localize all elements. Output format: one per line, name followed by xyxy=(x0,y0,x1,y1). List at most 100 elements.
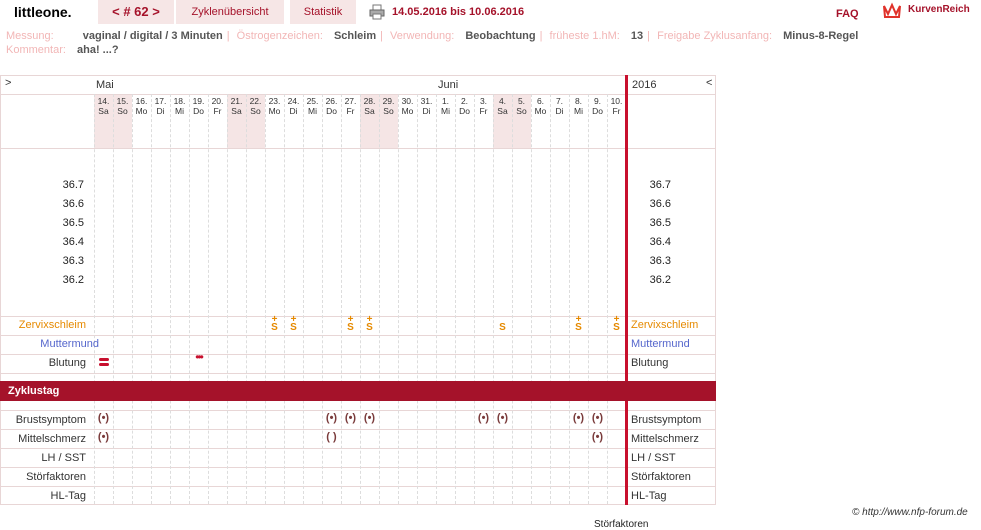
day-header[interactable]: 30. Mo xyxy=(398,96,417,116)
day-header[interactable]: 14. Sa xyxy=(94,96,113,116)
brand-logo: littleone. xyxy=(14,4,72,20)
grid-vline xyxy=(341,94,342,504)
day-header[interactable]: 8. Mi xyxy=(569,96,588,116)
day-header[interactable]: 21. Sa xyxy=(227,96,246,116)
breast-symptom-icon: (•) xyxy=(325,412,338,424)
grid-hline xyxy=(0,467,716,468)
day-header[interactable]: 15. So xyxy=(113,96,132,116)
brust-label-right: Brustsymptom xyxy=(631,414,702,426)
day-header[interactable]: 25. Mi xyxy=(303,96,322,116)
zyklustag-label: Zyklustag xyxy=(8,385,60,397)
faq-link[interactable]: FAQ xyxy=(836,8,859,20)
grid-vline xyxy=(455,94,456,504)
kommentar-label: Kommentar: xyxy=(6,44,66,56)
day-header[interactable]: 18. Mi xyxy=(170,96,189,116)
kurvenreich-crown-icon[interactable] xyxy=(882,2,902,20)
oestrogen-value: Schleim xyxy=(333,30,377,42)
grid-hline xyxy=(0,148,716,149)
temp-tick-right: 36.4 xyxy=(649,236,671,248)
temp-tick-left: 36.4 xyxy=(62,236,84,248)
day-header[interactable]: 3. Fr xyxy=(474,96,493,116)
day-header[interactable]: 17. Di xyxy=(151,96,170,116)
temp-tick-left: 36.3 xyxy=(62,255,84,267)
grid-vline xyxy=(493,94,494,504)
hl-label-left: HL-Tag xyxy=(50,490,86,502)
day-header[interactable]: 23. Mo xyxy=(265,96,284,116)
grid-vline xyxy=(170,94,171,504)
day-header[interactable]: 22. So xyxy=(246,96,265,116)
zervix-mark: + S xyxy=(290,314,297,333)
temp-tick-left: 36.7 xyxy=(62,179,84,191)
tab-statistics[interactable]: Statistik xyxy=(290,0,356,24)
day-header[interactable]: 5. So xyxy=(512,96,531,116)
muttermund-label-left: Muttermund xyxy=(40,338,99,350)
cycle-nav[interactable]: < # 62 > xyxy=(98,0,174,24)
grid-hline xyxy=(0,354,716,355)
day-header[interactable]: 10. Fr xyxy=(607,96,626,116)
breast-symptom-icon: (•) xyxy=(344,412,357,424)
grid-vline xyxy=(151,94,152,504)
grid-vline xyxy=(550,94,551,504)
temp-tick-left: 36.6 xyxy=(62,198,84,210)
grid-vline xyxy=(398,94,399,504)
grid-vline xyxy=(113,94,114,504)
bleeding-strong-icon xyxy=(94,356,113,366)
info-line-1: Messung: vaginal / digital / 3 Minuten | … xyxy=(6,30,859,42)
day-header[interactable]: 31. Di xyxy=(417,96,436,116)
temp-tick-right: 36.2 xyxy=(649,274,671,286)
bleeding-spotting-icon: ••• xyxy=(195,350,204,364)
grid-hline xyxy=(0,373,716,374)
blutung-label-right: Blutung xyxy=(631,357,669,369)
day-header[interactable]: 1. Mi xyxy=(436,96,455,116)
mittelschmerz-icon: (•) xyxy=(97,431,110,443)
day-header[interactable]: 19. Do xyxy=(189,96,208,116)
blutung-label-left: Blutung xyxy=(48,357,86,369)
breast-symptom-icon: (•) xyxy=(591,412,604,424)
day-header[interactable]: 27. Fr xyxy=(341,96,360,116)
print-icon[interactable] xyxy=(369,4,385,20)
day-header[interactable]: 24. Di xyxy=(284,96,303,116)
day-header[interactable]: 29. So xyxy=(379,96,398,116)
day-header[interactable]: 2. Do xyxy=(455,96,474,116)
grid-hline xyxy=(0,410,716,411)
year-label: 2016 xyxy=(632,79,657,91)
mittelschmerz-icon: ( ) xyxy=(326,431,337,443)
temp-tick-right: 36.5 xyxy=(649,217,671,229)
day-header[interactable]: 28. Sa xyxy=(360,96,379,116)
grid-vline xyxy=(474,94,475,504)
zervix-mark: + S xyxy=(613,314,620,333)
grid-vline xyxy=(531,94,532,504)
grid-vline xyxy=(189,94,190,504)
grid-vline xyxy=(303,94,304,504)
fhm-value: 13 xyxy=(630,30,644,42)
zervix-label-right: Zervixschleim xyxy=(631,319,699,331)
today-line xyxy=(625,75,628,505)
messung-value: vaginal / digital / 3 Minuten xyxy=(82,30,223,42)
prev-button[interactable]: > xyxy=(5,77,11,89)
kurvenreich-link[interactable]: KurvenReich xyxy=(908,4,970,15)
day-header[interactable]: 4. Sa xyxy=(493,96,512,116)
zervix-label-left: Zervixschleim xyxy=(18,319,86,331)
mittelschmerz-icon: (•) xyxy=(591,431,604,443)
grid-hline xyxy=(0,94,716,95)
day-header[interactable]: 20. Fr xyxy=(208,96,227,116)
day-header[interactable]: 16. Mo xyxy=(132,96,151,116)
temp-tick-right: 36.7 xyxy=(649,179,671,191)
grid-vline xyxy=(208,94,209,504)
freigabe-label: Freigabe Zyklusanfang: xyxy=(657,30,773,42)
grid-vline xyxy=(265,94,266,504)
grid-vline xyxy=(417,94,418,504)
top-bar: littleone. < # 62 > Zyklenübersicht Stat… xyxy=(0,0,981,26)
day-header[interactable]: 6. Mo xyxy=(531,96,550,116)
breast-symptom-icon: (•) xyxy=(496,412,509,424)
verwendung-value: Beobachtung xyxy=(465,30,536,42)
day-header[interactable]: 7. Di xyxy=(550,96,569,116)
tab-overview[interactable]: Zyklenübersicht xyxy=(176,0,284,24)
grid-hline xyxy=(0,335,716,336)
day-header[interactable]: 26. Do xyxy=(322,96,341,116)
day-header[interactable]: 9. Do xyxy=(588,96,607,116)
next-button[interactable]: < xyxy=(706,77,712,89)
mittel-label-left: Mittelschmerz xyxy=(18,433,86,445)
copyright: © http://www.nfp-forum.de xyxy=(852,507,968,518)
temp-tick-right: 36.6 xyxy=(649,198,671,210)
